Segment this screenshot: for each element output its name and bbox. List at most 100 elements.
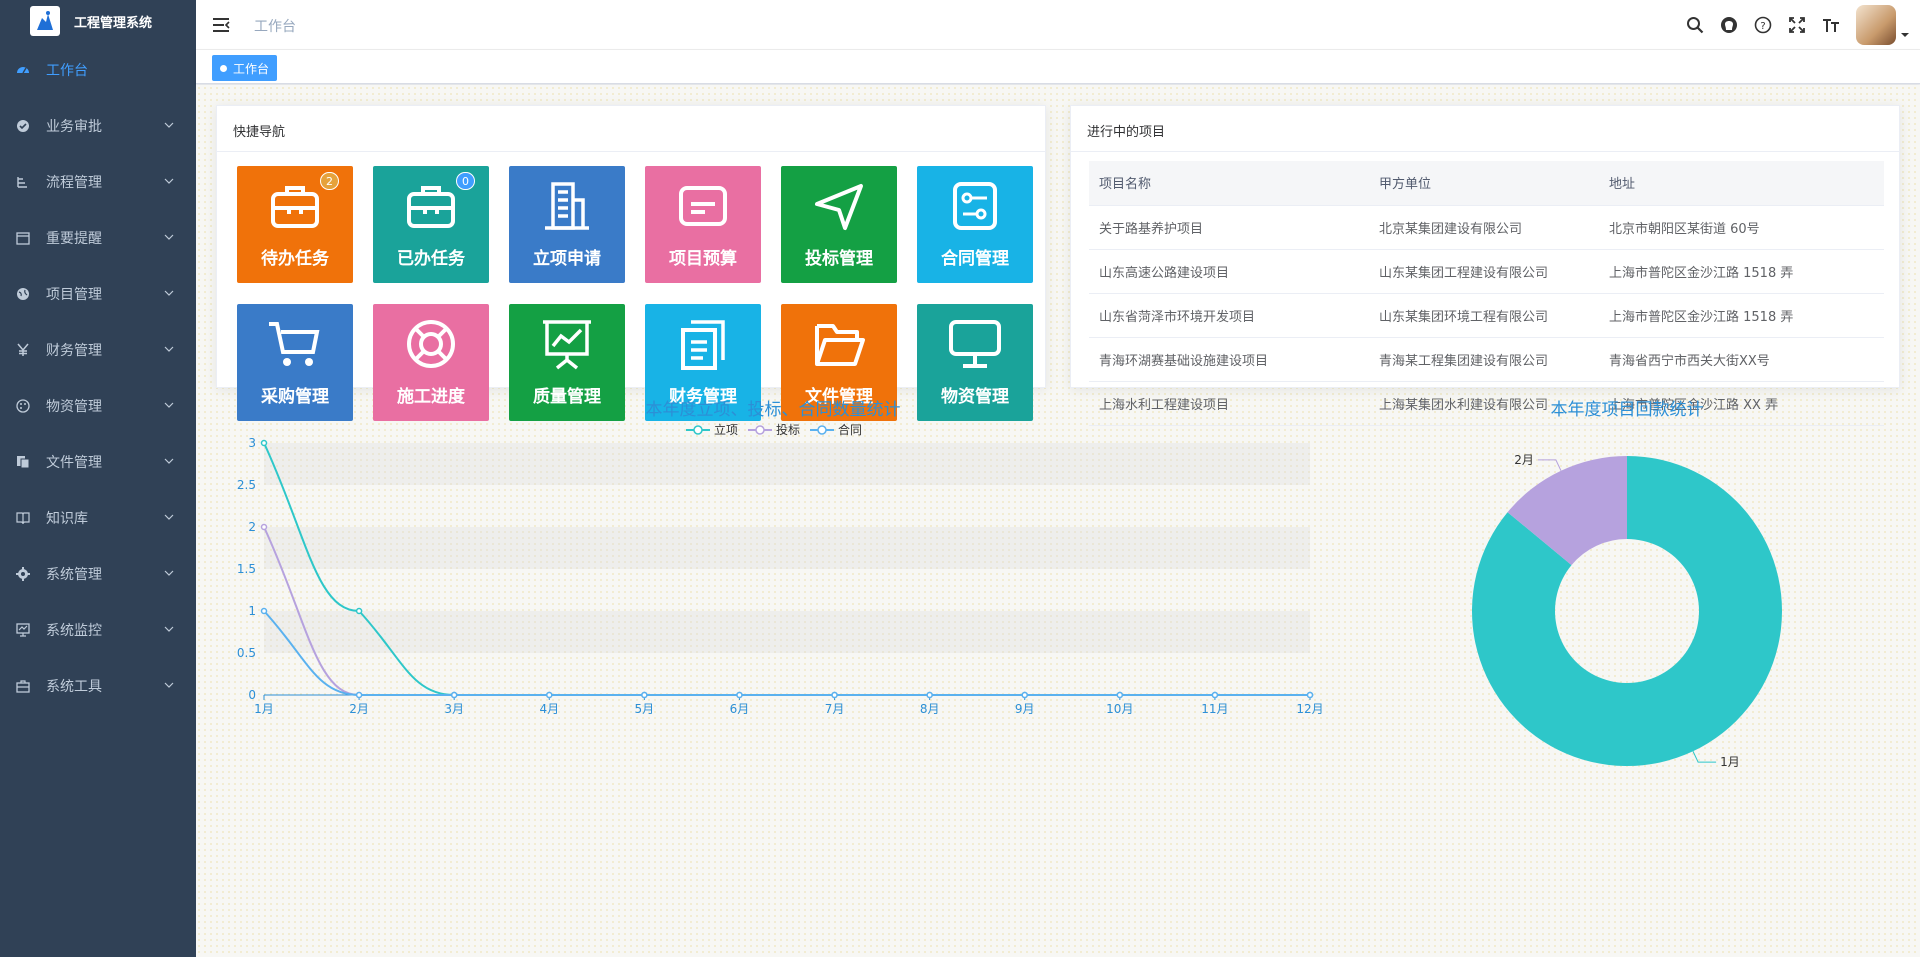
chevron-down-icon xyxy=(164,626,174,632)
table-header-cell[interactable]: 地址 xyxy=(1599,161,1884,206)
sidebar-item-10[interactable]: 系统监控 xyxy=(0,602,196,658)
data-point xyxy=(1306,691,1314,699)
table-row[interactable]: 山东高速公路建设项目 山东某集团工程建设有限公司 上海市普陀区金沙江路 1518 弄 xyxy=(1089,249,1884,294)
sidebar-item-label: 业务审批 xyxy=(46,119,102,135)
shortcut-tile[interactable]: 待办任务 2 xyxy=(237,166,353,283)
card-icon xyxy=(675,178,731,234)
tag-dot-icon xyxy=(220,64,227,72)
projects-card: 进行中的项目 项目名称 甲方单位 地址 关于路基养护项目 北京某集团建设有限公司 北京市… xyxy=(1070,105,1900,426)
book-icon xyxy=(16,511,30,525)
sidebar-item-label: 物资管理 xyxy=(46,399,102,415)
data-point xyxy=(260,523,268,531)
y-tick-label: 0.5 xyxy=(237,646,256,660)
chevron-down-icon xyxy=(164,402,174,408)
x-tick-label: 5月 xyxy=(635,702,655,716)
sidebar-item-5[interactable]: 财务管理 xyxy=(0,322,196,378)
y-tick-label: 2.5 xyxy=(237,478,256,492)
data-point xyxy=(260,439,268,447)
chevron-down-icon xyxy=(164,290,174,296)
shortcut-tile[interactable]: 已办任务 0 xyxy=(373,166,489,283)
table-cell: 青海省西宁市西关大街XX号 xyxy=(1599,337,1884,382)
data-point xyxy=(736,691,743,699)
send-icon xyxy=(811,178,867,234)
data-point xyxy=(546,691,553,699)
y-tick-label: 2 xyxy=(248,520,256,534)
y-tick-label: 0 xyxy=(248,688,256,702)
shortcut-tile-label: 合同管理 xyxy=(941,249,1009,269)
data-point xyxy=(1021,691,1028,699)
sidebar-item-7[interactable]: 文件管理 xyxy=(0,434,196,490)
data-point xyxy=(641,691,648,699)
table-cell: 北京某集团建设有限公司 xyxy=(1369,205,1599,250)
dashboard-icon xyxy=(16,63,30,77)
x-tick-label: 10月 xyxy=(1106,702,1133,716)
breadcrumb: 工作台 xyxy=(254,19,296,35)
tag-label: 工作台 xyxy=(233,61,270,76)
shortcut-tile[interactable]: 立项申请 xyxy=(509,166,625,283)
monitor-icon xyxy=(947,316,1003,372)
sidebar-item-3[interactable]: 重要提醒 xyxy=(0,210,196,266)
sidebar-item-label: 重要提醒 xyxy=(46,231,102,247)
fullscreen-icon[interactable] xyxy=(1780,0,1814,50)
split-area xyxy=(264,527,1310,569)
sidebar-item-11[interactable]: 系统工具 xyxy=(0,658,196,714)
chevron-down-icon xyxy=(164,682,174,688)
chevron-down-icon xyxy=(164,234,174,240)
avatar[interactable] xyxy=(1856,5,1896,45)
app-title: 工程管理系统 xyxy=(74,15,153,31)
y-tick-label: 1.5 xyxy=(237,562,256,576)
yen-icon xyxy=(16,343,30,357)
tag-dashboard[interactable]: 工作台 xyxy=(212,55,278,81)
sidebar-item-label: 财务管理 xyxy=(46,343,102,359)
x-tick-label: 6月 xyxy=(730,702,750,716)
shortcut-tile[interactable]: 投标管理 xyxy=(781,166,897,283)
monitor-icon xyxy=(16,623,30,637)
sidebar-item-label: 系统监控 xyxy=(46,623,102,639)
logo-icon xyxy=(30,6,60,36)
sidebar-item-1[interactable]: 业务审批 xyxy=(0,98,196,154)
calendar-icon xyxy=(16,231,30,245)
line-chart: 本年度立项、投标、合同数量统计 立项 投标 合同 0 0.5 1 1.5 2 2.5 3 1月 2月… xyxy=(216,383,1330,803)
sidebar-item-4[interactable]: 项目管理 xyxy=(0,266,196,322)
toolbox-icon xyxy=(16,679,30,693)
question-icon[interactable]: ? xyxy=(1746,0,1780,50)
github-icon[interactable] xyxy=(1712,0,1746,50)
data-point xyxy=(355,691,363,699)
logo-area[interactable]: 工程管理系统 xyxy=(0,0,196,42)
table-row[interactable]: 山东省菏泽市环境开发项目 山东某集团环境工程有限公司 上海市普陀区金沙江路 1518… xyxy=(1089,293,1884,338)
chevron-down-icon xyxy=(164,514,174,520)
y-tick-label: 3 xyxy=(248,436,256,450)
sidebar-item-2[interactable]: 流程管理 xyxy=(0,154,196,210)
table-cell: 青海环湖赛基础设施建设项目 xyxy=(1089,337,1369,382)
table-row[interactable]: 青海环湖赛基础设施建设项目 青海某工程集团建设有限公司 青海省西宁市西关大街XX号 xyxy=(1089,337,1884,382)
gear-icon xyxy=(16,567,30,581)
table-header-cell[interactable]: 甲方单位 xyxy=(1369,161,1599,206)
shortcut-tile[interactable]: 项目预算 xyxy=(645,166,761,283)
shortcut-tile-label: 已办任务 xyxy=(397,249,465,269)
sidebar-item-9[interactable]: 系统管理 xyxy=(0,546,196,602)
hamburger-icon[interactable] xyxy=(212,16,230,34)
building-icon xyxy=(539,178,595,234)
cart-icon xyxy=(267,316,323,372)
x-tick-label: 11月 xyxy=(1201,702,1228,716)
shortcut-tile-label: 投标管理 xyxy=(805,249,873,269)
sidebar-item-6[interactable]: 物资管理 xyxy=(0,378,196,434)
label-leader-line xyxy=(1692,751,1717,763)
sidebar-item-label: 系统管理 xyxy=(46,567,102,583)
chevron-down-icon xyxy=(164,570,174,576)
table-cell: 山东某集团工程建设有限公司 xyxy=(1369,249,1599,294)
sidebar-item-0[interactable]: 工作台 xyxy=(0,42,196,98)
shortcut-tile[interactable]: 合同管理 xyxy=(917,166,1033,283)
search-icon[interactable] xyxy=(1678,0,1712,50)
table-row[interactable]: 关于路基养护项目 北京某集团建设有限公司 北京市朝阳区某街道 60号 xyxy=(1089,205,1884,250)
font-size-icon[interactable] xyxy=(1814,0,1848,50)
table-cell: 上海市普陀区金沙江路 1518 弄 xyxy=(1599,293,1884,338)
caret-down-icon[interactable] xyxy=(1900,0,1920,50)
briefcase-icon xyxy=(267,178,323,234)
chevron-down-icon xyxy=(164,122,174,128)
shortcut-tile-label: 项目预算 xyxy=(669,249,737,269)
sidebar-item-label: 文件管理 xyxy=(46,455,102,471)
table-header-cell[interactable]: 项目名称 xyxy=(1089,161,1369,206)
sidebar-item-8[interactable]: 知识库 xyxy=(0,490,196,546)
right-menu: ? xyxy=(1678,0,1920,50)
